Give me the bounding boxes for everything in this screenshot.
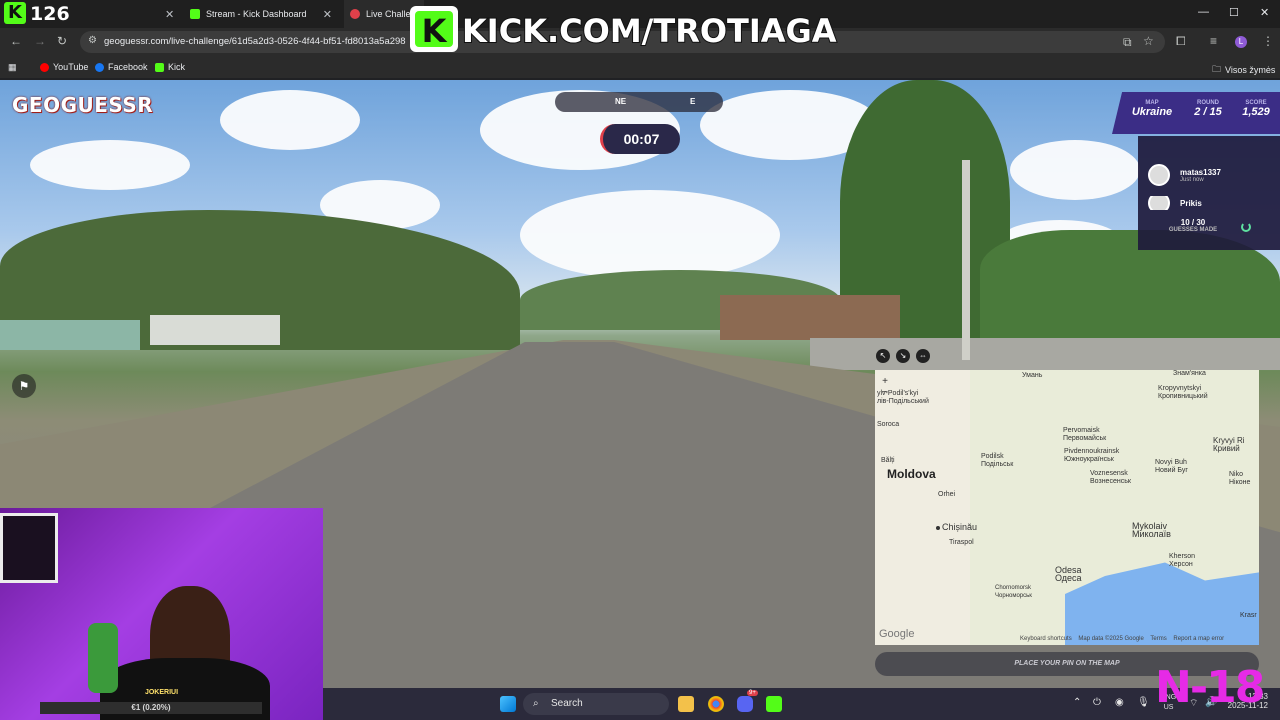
all-bookmarks[interactable]: 🗀 Visos žymės (1212, 62, 1275, 78)
maximize-icon[interactable]: ☐ (1229, 6, 1239, 19)
tray-discord-icon[interactable]: ◉ (1115, 697, 1124, 708)
map-footer: Keyboard shortcuts Map data ©2025 Google… (1020, 636, 1224, 642)
close-tab-icon[interactable]: ✕ (323, 8, 332, 21)
guess-map[interactable]: Умань Знам'янка Kropyvnytskyi Кропивниць… (875, 370, 1259, 645)
media-icon[interactable]: ≡ (1210, 34, 1217, 48)
forward-icon[interactable]: → (34, 34, 46, 48)
report-error-link[interactable]: Report a map error (1173, 636, 1224, 642)
black-sea (1065, 562, 1259, 645)
map-zoom: + − (878, 376, 892, 406)
chrome-icon[interactable] (708, 696, 724, 712)
hud-score: SCORE 1,529 (1242, 100, 1270, 118)
kick-app-icon[interactable] (766, 696, 782, 712)
tab-kick-dashboard[interactable]: Stream - Kick Dashboard ✕ (190, 0, 340, 28)
profile-avatar[interactable]: L (1235, 36, 1247, 48)
loading-spinner-icon (1241, 222, 1251, 232)
geoguessr-favicon-icon (350, 9, 360, 19)
search-icon: ⌕ (533, 698, 539, 709)
bookmark-star-icon[interactable]: ☆ (1143, 34, 1154, 48)
house-left (0, 320, 140, 350)
discord-icon[interactable] (737, 696, 753, 712)
wall-frame (0, 513, 58, 583)
avatar (1148, 164, 1170, 186)
facebook-icon (95, 62, 104, 72)
kick-favicon-icon (190, 9, 200, 19)
player-guess-feed: matas1337 Just now Prikis 10 / 30 GUESSE… (1138, 136, 1280, 250)
game-status-hud: MAP Ukraine ROUND 2 / 15 SCORE 1,529 (1112, 92, 1280, 134)
geoguessr-logo[interactable]: GEOGUESSR (12, 93, 153, 117)
compass-heading-e: E (690, 97, 696, 106)
moldova-region (875, 370, 970, 645)
bookmark-youtube[interactable]: YouTube (40, 62, 88, 72)
youtube-icon (40, 62, 49, 72)
folder-icon: 🗀 (1212, 64, 1222, 74)
map-toolbar: ↖ ↘ ⇔ (876, 349, 930, 363)
bookmark-kick[interactable]: Kick (155, 62, 185, 72)
terms-link[interactable]: Terms (1150, 636, 1166, 642)
taskbar-search[interactable]: ⌕ Search (523, 693, 669, 715)
minimize-icon[interactable]: — (1198, 6, 1209, 18)
kick-icon (155, 62, 164, 72)
hud-map: MAP Ukraine (1131, 100, 1173, 118)
banner-text: KICK.COM/TROTIAGA (462, 12, 837, 50)
tab-label: Stream - Kick Dashboard (206, 9, 307, 19)
svg-text:K: K (422, 12, 448, 50)
apps-icon[interactable]: ▦ (8, 62, 17, 73)
brick-building (720, 295, 900, 340)
utility-pole (962, 160, 970, 360)
kick-logo-icon: K (4, 2, 26, 24)
kick-url-banner: K KICK.COM/TROTIAGA (410, 6, 838, 52)
compass-heading-ne: NE (615, 97, 627, 106)
bookmark-facebook[interactable]: Facebook (95, 62, 148, 72)
flag-location-icon[interactable]: ⚑ (12, 374, 36, 398)
expand-map-icon[interactable]: ↖ (876, 349, 890, 363)
round-timer: 00:07 (600, 124, 680, 154)
city-dot (936, 526, 940, 530)
file-explorer-icon[interactable] (678, 696, 694, 712)
compass: NE E (555, 92, 723, 112)
close-tab-icon[interactable]: ✕ (165, 8, 174, 21)
age-rating-badge: N-18 (1155, 662, 1265, 713)
extensions-icon[interactable]: ⧠ (1176, 34, 1186, 49)
menu-icon[interactable]: ⋮ (1262, 34, 1274, 48)
bookmarks-bar: ▦ YouTube Facebook Kick 🗀 Visos žymės (0, 56, 1280, 78)
keyboard-shortcuts-link[interactable]: Keyboard shortcuts (1020, 636, 1072, 642)
site-info-icon[interactable]: ⚙ (88, 35, 97, 46)
guesses-made: 10 / 30 GUESSES MADE (1168, 218, 1218, 233)
google-watermark: Google (879, 628, 915, 640)
house-white (150, 315, 280, 345)
zoom-out-icon[interactable]: − (878, 387, 892, 398)
hud-round: ROUND 2 / 15 (1194, 100, 1222, 118)
webcam-name: JOKERIUI (144, 689, 179, 696)
shrink-map-icon[interactable]: ↘ (896, 349, 910, 363)
tray-chevron-icon[interactable]: ⌃ (1073, 697, 1081, 708)
kick-score: 126 (30, 3, 70, 25)
pin-map-icon[interactable]: ⇔ (916, 349, 930, 363)
chair (88, 623, 118, 693)
avatar (1148, 196, 1170, 210)
discord-badge: 9+ (747, 690, 758, 696)
map-data-credit: Map data ©2025 Google (1078, 636, 1144, 642)
windows-taskbar: ⌕ Search 9+ ⌃ ⏻ ◉ 🎙 ENG US ⌔ 🔊 12:33 202… (323, 688, 1280, 720)
player-item: matas1337 Just now (1148, 164, 1221, 186)
install-app-icon[interactable]: ⧉ (1123, 35, 1132, 50)
microphone-icon[interactable]: 🎙 (1137, 697, 1150, 708)
close-window-icon[interactable]: ✕ (1260, 6, 1269, 19)
start-icon[interactable] (500, 696, 516, 712)
player-item: Prikis (1148, 196, 1202, 210)
tray-app-icon[interactable]: ⏻ (1093, 697, 1101, 708)
reload-icon[interactable]: ↻ (57, 34, 67, 48)
url-text: geoguessr.com/live-challenge/61d5a2d3-05… (104, 36, 406, 47)
donation-goal: €1 (0.20%) (40, 702, 262, 714)
zoom-in-icon[interactable]: + (878, 376, 892, 387)
back-icon[interactable]: ← (10, 34, 22, 48)
